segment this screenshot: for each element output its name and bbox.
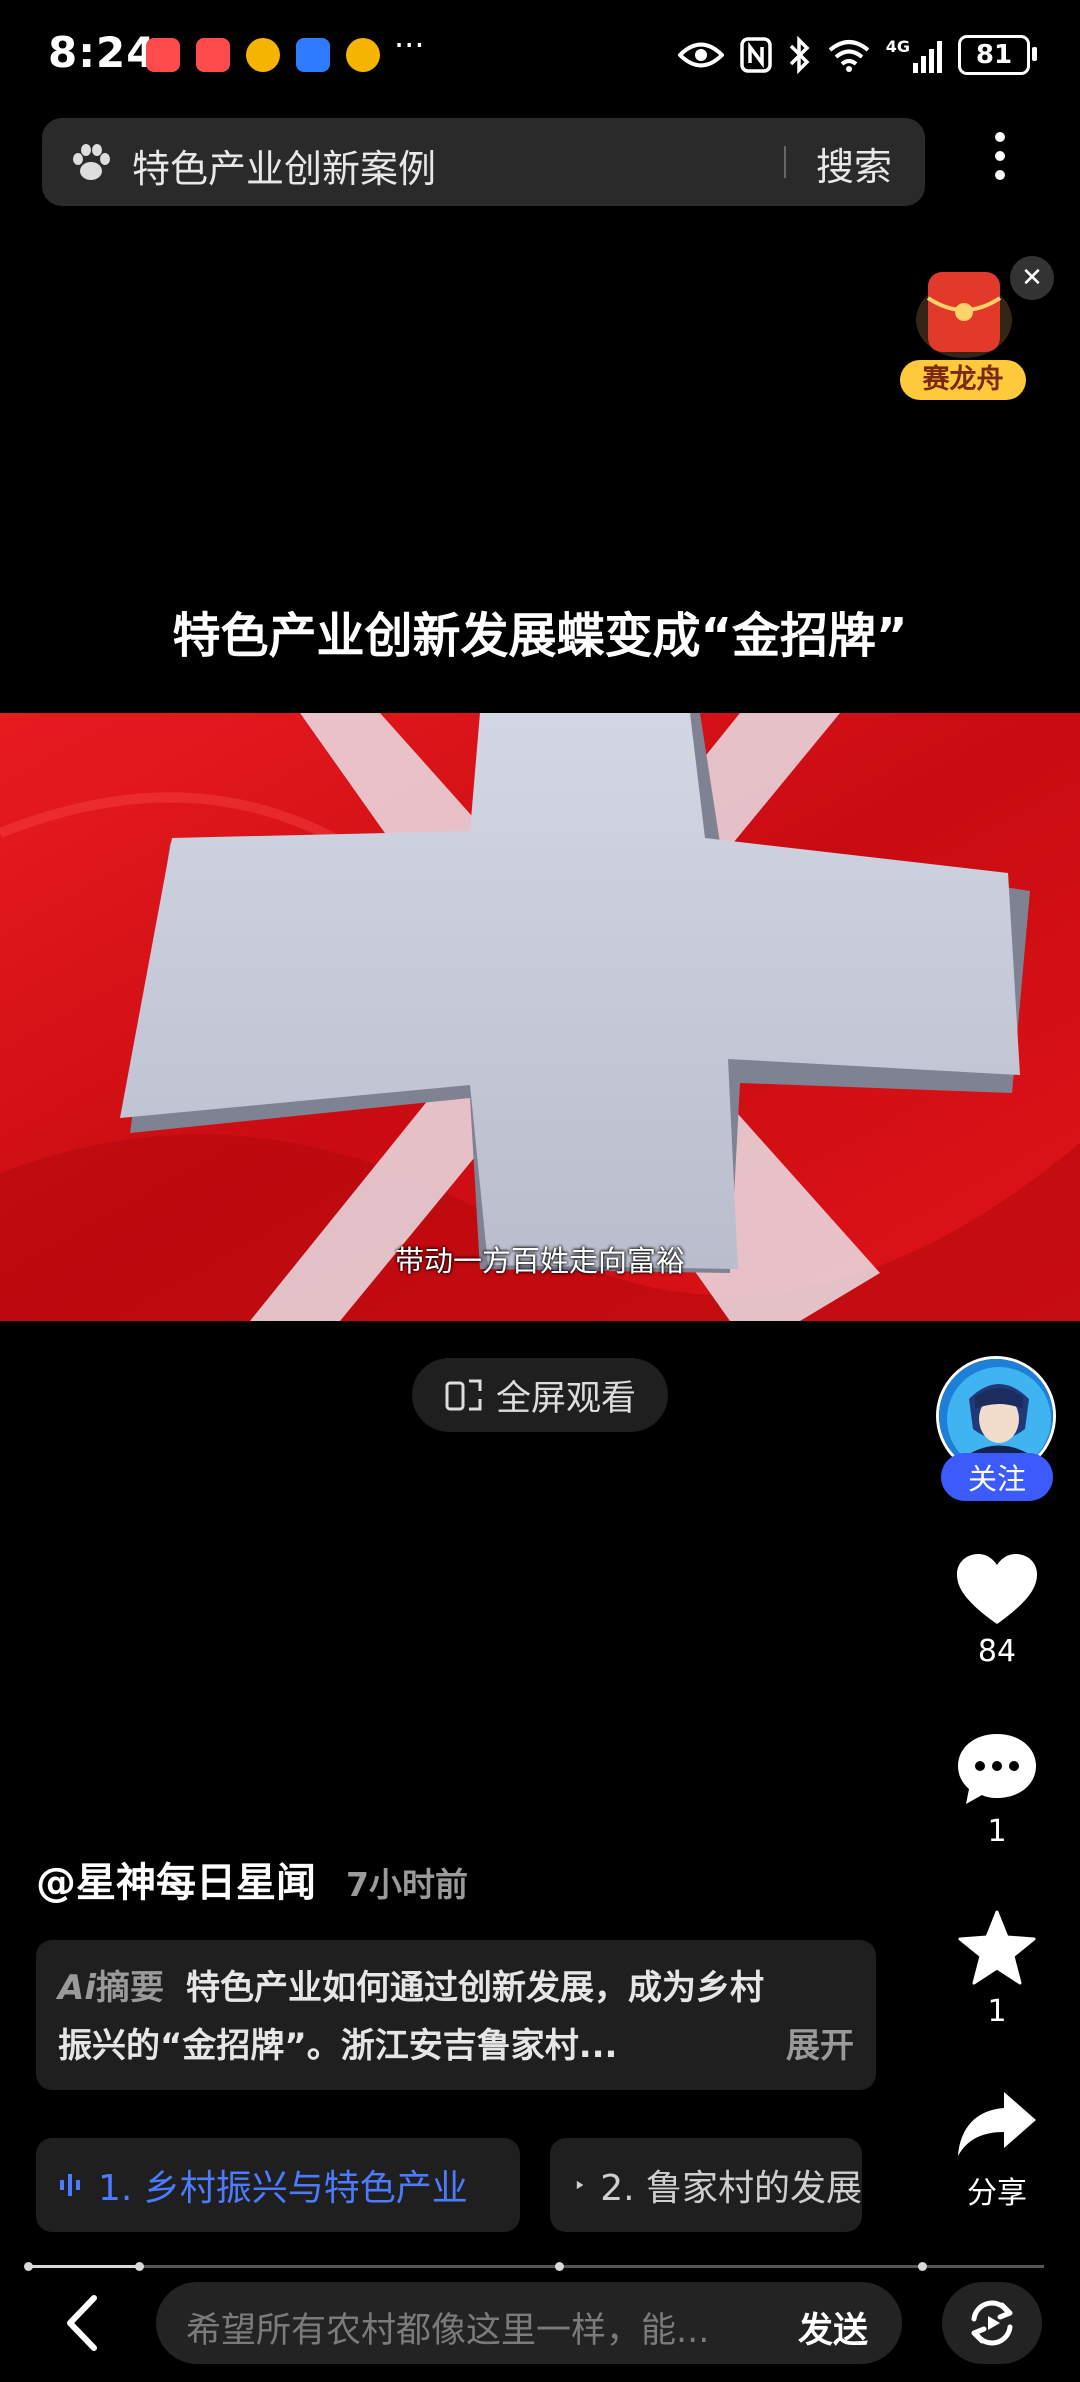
share-icon [958,2092,1036,2156]
wave-icon [60,2174,80,2196]
bluetooth-icon [789,36,810,74]
chapter-marker [135,2262,144,2271]
chapter-label: 2. 鲁家村的发展 [600,2168,862,2209]
video-player[interactable] [0,713,1080,1321]
like-count: 84 [977,1634,1017,1669]
close-icon[interactable]: ✕ [1010,256,1054,300]
cellular-signal-icon: 4G [886,37,942,73]
replay-button[interactable] [942,2282,1042,2364]
eye-icon [677,42,724,68]
send-button[interactable]: 发送 [798,2302,868,2353]
red-envelope-icon [916,272,1012,358]
back-icon[interactable] [58,2290,108,2356]
search-input[interactable]: 特色产业创新案例 [132,138,436,193]
author-name[interactable]: @星神每日星闻 [36,1850,316,1908]
chapter-item[interactable]: 2. 鲁家村的发展 [550,2138,862,2232]
wifi-icon [828,40,870,72]
ai-summary-text: 特色产业如何通过创新发展，成为乡村 [186,1968,764,2008]
chapter-marker [24,2262,33,2271]
star-icon [958,1910,1036,1985]
chapter-marker [555,2262,564,2271]
comment-button[interactable]: 1 [940,1732,1054,1849]
ai-summary-card[interactable]: Ai摘要 特色产业如何通过创新发展，成为乡村 振兴的“金招牌”。浙江安吉鲁家村.… [36,1940,876,2090]
replay-icon [971,2300,1013,2346]
comment-placeholder: 希望所有农村都像这里一样，能... [186,2311,710,2351]
comment-count: 1 [987,1814,1007,1849]
battery-level: 81 [975,40,1013,70]
status-time: 8:24 [48,28,157,77]
video-frame [0,713,1080,1321]
like-button[interactable]: 84 [940,1554,1054,1669]
comment-input[interactable]: 希望所有农村都像这里一样，能... 发送 [156,2282,902,2364]
fullscreen-button[interactable]: 全屏观看 [412,1358,668,1432]
notification-app-icon [146,38,180,72]
favorite-count: 1 [987,1994,1007,2029]
network-type: 4G [885,37,910,56]
battery-indicator: 81 [958,35,1037,75]
ai-summary-label: Ai摘要 [58,1968,164,2008]
comment-icon [958,1734,1036,1804]
progress-fill [28,2265,140,2268]
chapter-marker [918,2262,927,2271]
fullscreen-label: 全屏观看 [495,1378,636,1419]
share-label: 分享 [967,2176,1027,2211]
heart-icon [957,1554,1037,1624]
video-subtitle: 带动一方百姓走向富裕 [394,1244,685,1278]
ai-icon: Ai [58,1968,96,2008]
progress-track[interactable] [28,2265,1044,2268]
share-button[interactable]: 分享 [940,2090,1054,2212]
nfc-icon [739,37,772,73]
weibo-icon [346,38,380,72]
weibo-icon [246,38,280,72]
more-notifications-icon: ··· [394,26,425,64]
chapter-item[interactable]: 1. 乡村振兴与特色产业 [36,2138,520,2232]
chapter-label: 1. 乡村振兴与特色产业 [98,2168,468,2209]
search-divider [784,146,786,178]
paw-icon [73,144,110,180]
more-vertical-icon[interactable] [990,132,1010,192]
dragon-boat-promo[interactable]: 赛龙舟 [900,268,1030,408]
status-bar: 8:24 ··· 4G 81 [0,0,1080,110]
fullscreen-icon [445,1379,482,1411]
play-icon [576,2180,584,2190]
promo-label: 赛龙舟 [900,360,1026,400]
search-button[interactable]: 搜索 [816,136,892,191]
notification-app-icon [296,38,330,72]
expand-button[interactable]: 展开 [786,2018,854,2067]
notification-app-icon [196,38,230,72]
post-time: 7小时前 [346,1865,468,1904]
follow-button[interactable]: 关注 [941,1453,1053,1501]
search-bar[interactable]: 特色产业创新案例 搜索 [42,118,925,206]
video-title: 特色产业创新发展蝶变成“金招牌” [172,608,908,664]
ai-summary-text: 振兴的“金招牌”。浙江安吉鲁家村... [58,2026,618,2066]
status-indicators: 4G 81 [677,28,1037,82]
favorite-button[interactable]: 1 [940,1910,1054,2029]
